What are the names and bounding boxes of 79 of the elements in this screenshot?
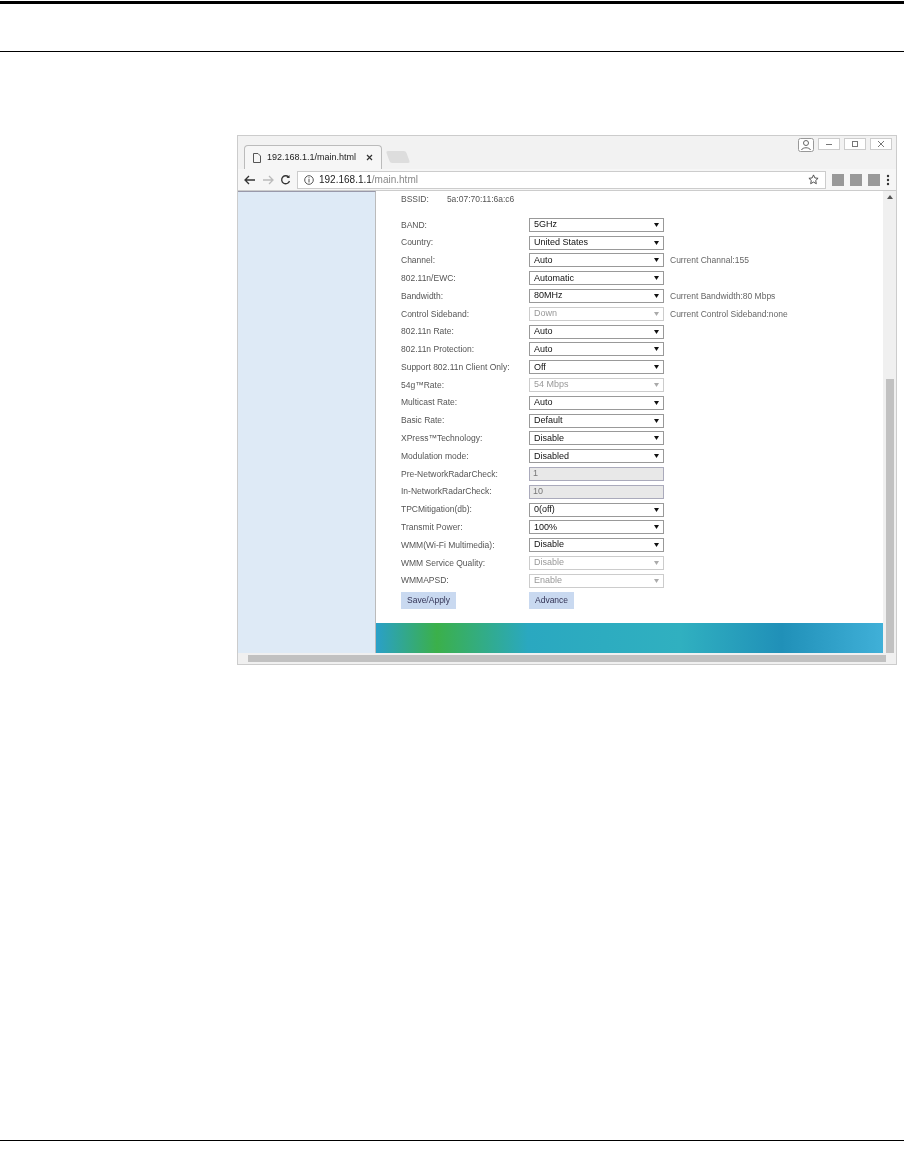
caret-icon [654, 311, 659, 316]
field-label[interactable]: 802.11n Rate: [401, 325, 529, 339]
dropdown[interactable]: 5GHz [529, 217, 664, 232]
extension-icon[interactable] [868, 173, 880, 186]
dropdown[interactable]: 0(off) [529, 502, 664, 517]
extension-icon[interactable] [850, 173, 862, 186]
dropdown[interactable]: Auto [529, 324, 664, 339]
field-label[interactable]: BAND: [401, 218, 529, 232]
field-label[interactable]: Multicast Rate: [401, 396, 529, 410]
star-icon[interactable] [808, 174, 819, 185]
maximize-button[interactable] [844, 138, 866, 150]
field-label[interactable]: Transmit Power: [401, 521, 529, 534]
field-label[interactable]: Bandwidth: [401, 289, 529, 303]
caret-icon [654, 347, 659, 352]
caret-icon [654, 507, 659, 512]
page-icon [253, 152, 261, 163]
dropdown[interactable]: Auto [529, 253, 664, 268]
vertical-scrollbar[interactable] [883, 191, 896, 653]
field-label[interactable]: TPCMitigation(db): [401, 503, 529, 516]
minimize-icon [826, 143, 832, 145]
caret-icon [654, 365, 659, 370]
field-label[interactable]: Modulation mode: [401, 449, 529, 463]
dropdown[interactable]: Disable [529, 538, 664, 553]
status-note: Current Bandwidth:80 Mbps [670, 289, 776, 303]
field-label[interactable]: 802.11n Protection: [401, 343, 529, 356]
back-icon[interactable] [244, 174, 256, 185]
dropdown[interactable]: Disabled [529, 449, 664, 464]
caret-icon [654, 258, 659, 263]
maximize-icon [852, 141, 858, 147]
caret-icon [654, 329, 659, 334]
dropdown[interactable]: Off [529, 360, 664, 375]
caret-icon [654, 578, 659, 583]
tab-title: 192.168.1.1/main.html [267, 150, 357, 164]
address-bar[interactable]: 192.168.1.1/main.html [297, 170, 826, 189]
extension-icon[interactable] [832, 173, 844, 186]
caret-icon [654, 436, 659, 441]
caret-icon [654, 222, 659, 227]
caret-icon [654, 525, 659, 530]
caret-icon [654, 454, 659, 459]
caret-icon [654, 418, 659, 423]
dropdown[interactable]: United States [529, 235, 664, 250]
field-label[interactable]: Basic Rate: [401, 414, 529, 428]
scroll-up-icon[interactable] [886, 195, 893, 199]
dropdown[interactable]: Auto [529, 342, 664, 357]
close-icon[interactable] [366, 154, 373, 161]
status-note: Current Control Sideband:none [670, 307, 788, 321]
close-icon [878, 141, 884, 147]
caret-icon [654, 400, 659, 405]
menu-icon[interactable] [886, 173, 890, 186]
reload-icon[interactable] [280, 174, 291, 185]
bssid-label: BSSID: [401, 194, 429, 203]
dropdown[interactable]: 100% [529, 520, 664, 535]
caret-icon [654, 561, 659, 566]
dropdown[interactable]: Disable [529, 431, 664, 446]
dropdown[interactable]: Default [529, 413, 664, 428]
browser-tab[interactable]: 192.168.1.1/main.html [244, 145, 382, 169]
field-label[interactable]: 802.11n/EWC: [401, 271, 529, 285]
field-label[interactable]: WMM(Wi-Fi Multimedia): [401, 538, 529, 552]
dropdown[interactable]: 80MHz [529, 289, 664, 304]
action-button[interactable]: Advance [529, 592, 575, 609]
action-button[interactable]: Save/Apply [401, 592, 456, 609]
field-label[interactable]: Country: [401, 236, 529, 250]
field-label[interactable]: XPress™Technology: [401, 432, 529, 445]
url-text: 192.168.1.1/main.html [319, 173, 418, 187]
info-icon [304, 174, 314, 185]
status-note: Current Channal:155 [670, 254, 749, 267]
close-button[interactable] [870, 138, 892, 150]
caret-icon [654, 543, 659, 548]
dropdown[interactable]: Automatic [529, 271, 664, 286]
field-label[interactable]: Channel: [401, 254, 529, 267]
dropdown[interactable]: Auto [529, 395, 664, 410]
caret-icon [654, 294, 659, 299]
caret-icon [654, 276, 659, 281]
caret-icon [654, 240, 659, 245]
profile-icon[interactable] [798, 138, 814, 152]
field-label[interactable]: Support 802.11n Client Only: [401, 360, 529, 374]
caret-icon [654, 383, 659, 388]
minimize-button[interactable] [818, 138, 840, 150]
bssid-value: 5a:07:70:11:6a:c6 [446, 194, 515, 203]
